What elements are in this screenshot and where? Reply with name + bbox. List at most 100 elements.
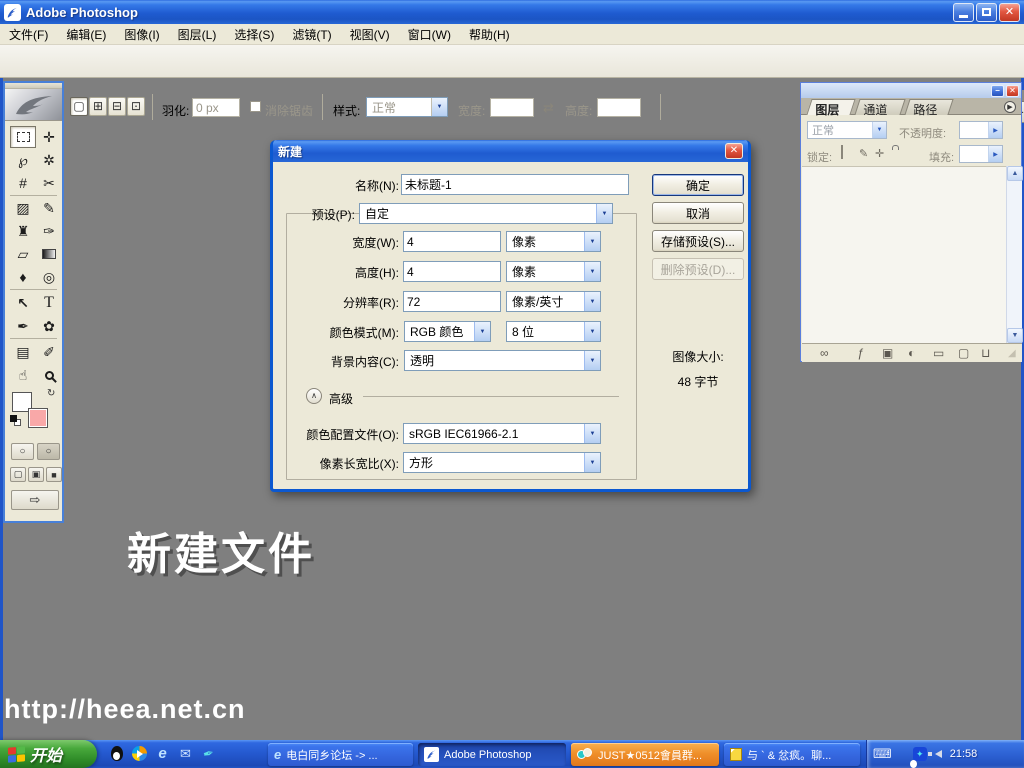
blur-tool[interactable]: ♦: [10, 266, 36, 288]
zoom-tool[interactable]: [36, 364, 62, 386]
lock-transparency-icon[interactable]: [841, 146, 843, 158]
lock-position-icon[interactable]: ✛: [875, 147, 884, 160]
dialog-title-bar[interactable]: 新建 ✕: [273, 140, 748, 162]
adjustment-layer-icon[interactable]: ◐: [908, 346, 915, 360]
path-selection-tool[interactable]: ↖: [10, 292, 36, 314]
taskbar-item-qq-chat[interactable]: 与 ` & 忿疯。聊...: [724, 743, 860, 766]
volume-icon[interactable]: [935, 750, 942, 758]
document-name-input[interactable]: [401, 174, 629, 195]
screen-mode-standard-button[interactable]: ▢: [10, 467, 26, 482]
slice-tool[interactable]: ✂: [36, 172, 62, 194]
pixel-aspect-select[interactable]: 方形 ▼: [403, 452, 601, 473]
brush-tool[interactable]: ✎: [36, 197, 62, 219]
height-unit-select[interactable]: 像素 ▼: [506, 261, 601, 282]
layer-style-icon[interactable]: ƒ: [857, 346, 864, 360]
menu-select[interactable]: 选择(S): [225, 24, 283, 44]
cancel-button[interactable]: 取消: [652, 202, 744, 224]
blend-mode-select[interactable]: 正常 ▼: [807, 121, 887, 139]
pen-tool[interactable]: ✒: [10, 315, 36, 337]
menu-help[interactable]: 帮助(H): [460, 24, 519, 44]
height-input[interactable]: [403, 261, 501, 282]
new-layer-icon[interactable]: ▢: [958, 346, 969, 360]
advanced-toggle-button[interactable]: ∧: [306, 388, 322, 404]
screen-mode-full-button[interactable]: ■: [46, 467, 62, 482]
marquee-tool[interactable]: [10, 126, 36, 148]
menu-layer[interactable]: 图层(L): [169, 24, 226, 44]
tab-layers[interactable]: 图层: [806, 99, 855, 115]
layers-scrollbar[interactable]: ▲ ▼: [1006, 166, 1022, 343]
scroll-down-icon[interactable]: ▼: [1007, 328, 1023, 343]
crop-tool[interactable]: #: [10, 172, 36, 194]
resolution-unit-select[interactable]: 像素/英寸 ▼: [506, 291, 601, 312]
background-color-swatch[interactable]: [28, 408, 48, 428]
menu-image[interactable]: 图像(I): [115, 24, 168, 44]
palette-minimize-button[interactable]: −: [991, 85, 1004, 97]
dodge-tool[interactable]: ◎: [36, 266, 62, 288]
dialog-close-button[interactable]: ✕: [725, 143, 743, 159]
antialias-checkbox[interactable]: [250, 101, 261, 112]
taskbar-item-qq-group[interactable]: JUST★0512會員群...: [571, 743, 719, 766]
scroll-up-icon[interactable]: ▲: [1007, 166, 1023, 181]
lasso-tool[interactable]: ℘: [10, 149, 36, 171]
history-brush-tool[interactable]: ✑: [36, 220, 62, 242]
opacity-input[interactable]: ▶: [959, 121, 1003, 139]
close-button[interactable]: ✕: [999, 3, 1020, 22]
palette-menu-button[interactable]: ▶: [1004, 101, 1016, 113]
swap-colors-icon[interactable]: ↻: [47, 388, 55, 399]
color-profile-select[interactable]: sRGB IEC61966-2.1 ▼: [403, 423, 601, 444]
width-unit-select[interactable]: 像素 ▼: [506, 231, 601, 252]
type-tool[interactable]: T: [36, 292, 62, 314]
shape-tool[interactable]: ✿: [36, 315, 62, 337]
style-select[interactable]: 正常 ▼: [366, 97, 448, 117]
quicklaunch-qq-icon[interactable]: [108, 745, 125, 762]
eraser-tool[interactable]: ▱: [10, 243, 36, 265]
delete-layer-icon[interactable]: ⊔: [981, 346, 990, 360]
jump-to-imageready-button[interactable]: ⇨: [11, 490, 59, 510]
taskbar-item-photoshop[interactable]: Adobe Photoshop: [418, 743, 566, 766]
quicklaunch-mail-icon[interactable]: ✉: [177, 745, 194, 762]
save-preset-button[interactable]: 存储预设(S)...: [652, 230, 744, 252]
selection-mode-new-button[interactable]: ▢: [70, 97, 88, 116]
menu-window[interactable]: 窗口(W): [399, 24, 460, 44]
tray-messenger-icon[interactable]: ✦: [913, 747, 927, 761]
width-input[interactable]: [490, 98, 534, 117]
eyedropper-tool[interactable]: ✐: [36, 341, 62, 363]
selection-mode-intersect-button[interactable]: ⊡: [127, 97, 145, 116]
palette-close-button[interactable]: ✕: [1006, 85, 1019, 97]
menu-edit[interactable]: 编辑(E): [57, 24, 115, 44]
move-tool[interactable]: ✛: [36, 126, 62, 148]
tab-channels[interactable]: 通道: [854, 99, 905, 115]
ok-button[interactable]: 确定: [652, 174, 744, 196]
background-contents-select[interactable]: 透明 ▼: [404, 350, 601, 371]
clone-stamp-tool[interactable]: ♜: [10, 220, 36, 242]
screen-mode-menubar-button[interactable]: ▣: [28, 467, 44, 482]
layer-mask-icon[interactable]: ▣: [882, 346, 893, 360]
selection-mode-subtract-button[interactable]: ⊟: [108, 97, 126, 116]
color-mode-select[interactable]: RGB 颜色 ▼: [404, 321, 491, 342]
restore-button[interactable]: [976, 3, 997, 22]
resolution-input[interactable]: [403, 291, 501, 312]
width-input[interactable]: [403, 231, 501, 252]
quicklaunch-mediaplayer-icon[interactable]: [131, 745, 148, 762]
minimize-button[interactable]: [953, 3, 974, 22]
menu-file[interactable]: 文件(F): [0, 24, 57, 44]
resize-grip-icon[interactable]: ◢: [1008, 348, 1016, 359]
preset-select[interactable]: 自定 ▼: [359, 203, 613, 224]
hand-tool[interactable]: ☝: [10, 364, 36, 386]
quick-mask-mode-button[interactable]: ○: [37, 443, 60, 460]
tab-paths[interactable]: 路径: [904, 99, 953, 115]
standard-mode-button[interactable]: ○: [11, 443, 34, 460]
notes-tool[interactable]: ▤: [10, 341, 36, 363]
selection-mode-add-button[interactable]: ⊞: [89, 97, 107, 116]
start-button[interactable]: 开始: [0, 740, 97, 768]
menu-view[interactable]: 视图(V): [341, 24, 399, 44]
bit-depth-select[interactable]: 8 位 ▼: [506, 321, 601, 342]
gradient-tool[interactable]: [36, 243, 62, 265]
magic-wand-tool[interactable]: ✲: [36, 149, 62, 171]
taskbar-item-forum[interactable]: e 电白同乡论坛 -> ...: [268, 743, 413, 766]
input-method-keyboard-icon[interactable]: ⌨: [873, 746, 892, 762]
layer-group-icon[interactable]: ▭: [933, 346, 944, 360]
link-layers-icon[interactable]: ∞: [820, 346, 829, 360]
quicklaunch-ie-icon[interactable]: e: [154, 745, 171, 762]
menu-filter[interactable]: 滤镜(T): [283, 24, 340, 44]
